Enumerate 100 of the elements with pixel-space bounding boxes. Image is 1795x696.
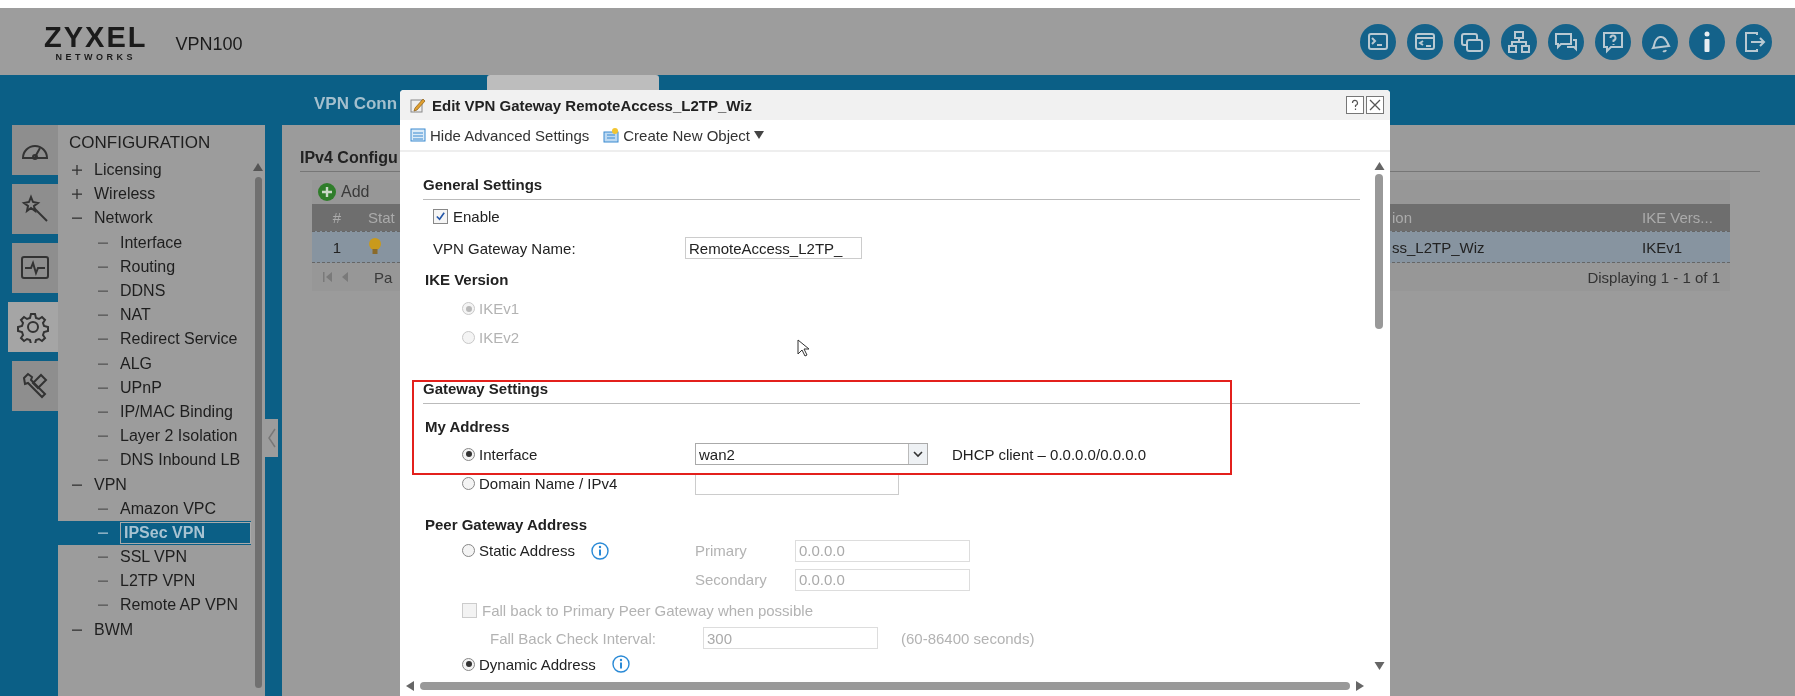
page-tab[interactable]: VPN Conn bbox=[314, 94, 398, 114]
scroll-left-icon[interactable] bbox=[406, 681, 414, 691]
dialog-title: Edit VPN Gateway RemoteAccess_L2TP_Wiz bbox=[432, 96, 752, 114]
chat-icon[interactable] bbox=[1547, 22, 1585, 61]
close-button[interactable] bbox=[1366, 96, 1384, 114]
scroll-thumb[interactable] bbox=[254, 177, 262, 688]
radio-label: Interface bbox=[479, 445, 538, 463]
logout-icon[interactable] bbox=[1735, 22, 1773, 61]
nav-item[interactable]: Routing bbox=[120, 257, 176, 276]
field-label: Secondary bbox=[695, 571, 768, 588]
help-icon[interactable] bbox=[1594, 22, 1632, 61]
nav-item[interactable]: VPN bbox=[94, 475, 127, 494]
group-title: My Address bbox=[425, 417, 510, 435]
hide-advanced-button[interactable]: Hide Advanced Settings bbox=[410, 126, 590, 144]
add-icon bbox=[318, 183, 336, 201]
nav-item[interactable]: UPnP bbox=[120, 378, 162, 397]
light-bulb-icon bbox=[368, 237, 382, 257]
info-icon[interactable] bbox=[1688, 22, 1726, 61]
radio-label: Static Address bbox=[479, 542, 575, 559]
radio-label: Dynamic Address bbox=[479, 655, 596, 673]
gateway-name-field[interactable]: RemoteAccess_L2TP_ bbox=[685, 237, 862, 259]
bell-icon[interactable] bbox=[1641, 22, 1679, 61]
side-tab[interactable] bbox=[12, 184, 58, 234]
create-object-button[interactable]: Create New Object bbox=[603, 126, 764, 144]
field-label: Fall Back Check Interval: bbox=[490, 629, 657, 647]
windows-icon[interactable] bbox=[1453, 22, 1491, 61]
plus-icon[interactable] bbox=[72, 165, 82, 176]
nav-item[interactable]: IP/MAC Binding bbox=[120, 402, 233, 421]
side-tab[interactable] bbox=[12, 361, 58, 411]
section-title: IPv4 Configu bbox=[300, 149, 398, 166]
help-button[interactable] bbox=[1346, 96, 1364, 114]
radio-label: IKEv2 bbox=[479, 329, 520, 346]
nav-item[interactable]: Licensing bbox=[94, 161, 162, 180]
checkbox[interactable] bbox=[433, 208, 448, 224]
nav-item[interactable]: Interface bbox=[120, 233, 183, 252]
dropdown-arrow-icon bbox=[908, 444, 927, 464]
side-tab[interactable] bbox=[12, 243, 58, 293]
side-tab[interactable] bbox=[8, 302, 58, 352]
logo-wordmark: ZYXEL bbox=[44, 21, 148, 52]
edit-icon bbox=[410, 97, 426, 113]
info-icon[interactable] bbox=[611, 655, 630, 673]
nav-item[interactable]: ALG bbox=[120, 354, 152, 373]
scroll-thumb[interactable] bbox=[420, 682, 1350, 690]
scroll-right-icon[interactable] bbox=[1356, 681, 1364, 691]
nav-item[interactable]: Remote AP VPN bbox=[120, 596, 238, 615]
group-title: Peer Gateway Address bbox=[425, 515, 588, 533]
nav-item[interactable]: SSL VPN bbox=[120, 548, 187, 567]
checkbox-label: Enable bbox=[453, 207, 500, 225]
nav-title: CONFIGURATION bbox=[69, 133, 212, 153]
device-model: VPN100 bbox=[175, 34, 243, 55]
collapse-handle[interactable] bbox=[265, 419, 278, 457]
side-tab[interactable] bbox=[12, 125, 58, 175]
radio-label: Domain Name / IPv4 bbox=[479, 475, 618, 492]
nav-item[interactable]: BWM bbox=[94, 620, 134, 639]
close-icon bbox=[1368, 98, 1382, 112]
terminal-icon[interactable] bbox=[1359, 22, 1397, 61]
console-icon[interactable] bbox=[1406, 22, 1444, 61]
info-icon[interactable] bbox=[590, 541, 609, 560]
interface-dropdown[interactable]: wan2 bbox=[695, 443, 928, 465]
checkbox-label: Fall back to Primary Peer Gateway when possible bbox=[482, 602, 813, 619]
scroll-up-icon[interactable] bbox=[253, 163, 263, 171]
radio-button[interactable] bbox=[462, 477, 475, 490]
table-summary: Displaying 1 - 1 of 1 bbox=[1587, 268, 1720, 286]
nav-item[interactable]: IPSec VPN bbox=[120, 521, 251, 544]
new-object-icon bbox=[603, 127, 620, 143]
nav-item[interactable]: Wireless bbox=[94, 185, 156, 204]
table-cell-text: IKEv1 bbox=[1642, 238, 1684, 256]
section-heading: General Settings bbox=[423, 176, 543, 193]
scroll-down-icon[interactable] bbox=[1373, 662, 1385, 670]
scroll-thumb[interactable] bbox=[1375, 174, 1383, 329]
domain-field[interactable] bbox=[695, 472, 899, 495]
plus-icon[interactable] bbox=[72, 189, 82, 200]
nav-item[interactable]: Layer 2 Isolation bbox=[120, 427, 238, 446]
nav-item[interactable]: Redirect Service bbox=[120, 330, 238, 349]
selected-nav-row[interactable]: IPSec VPN bbox=[58, 520, 251, 545]
table-cell-text: ss_L2TP_Wiz bbox=[1392, 238, 1486, 256]
nav-item[interactable]: DNS Inbound LB bbox=[120, 451, 241, 470]
add-button[interactable]: Add bbox=[318, 183, 370, 201]
nav-item[interactable]: L2TP VPN bbox=[120, 572, 196, 591]
page-label: Pa bbox=[374, 268, 393, 286]
nav-item[interactable]: Amazon VPC bbox=[120, 499, 217, 518]
gear-icon bbox=[17, 311, 49, 343]
radio-label: IKEv1 bbox=[479, 300, 520, 317]
field-hint: (60-86400 seconds) bbox=[901, 629, 1035, 647]
field-label: Primary bbox=[695, 542, 748, 559]
section-heading: Gateway Settings bbox=[423, 380, 549, 397]
caret-icon bbox=[754, 131, 764, 139]
interface-status: DHCP client – 0.0.0.0/0.0.0.0 bbox=[952, 445, 1146, 463]
scroll-up-icon[interactable] bbox=[1373, 162, 1385, 170]
logo-subtitle: NETWORKS bbox=[55, 51, 136, 62]
radio-button[interactable] bbox=[462, 657, 475, 671]
chevron-left-icon bbox=[267, 428, 276, 448]
field-label: VPN Gateway Name: bbox=[433, 239, 577, 257]
nav-item[interactable]: DDNS bbox=[120, 282, 166, 301]
radio-button[interactable] bbox=[462, 447, 475, 461]
group-title: IKE Version bbox=[425, 270, 509, 288]
nav-item[interactable]: Network bbox=[94, 209, 153, 228]
list-icon bbox=[410, 127, 426, 143]
nav-item[interactable]: NAT bbox=[120, 306, 151, 325]
sitemap-icon[interactable] bbox=[1500, 22, 1538, 61]
